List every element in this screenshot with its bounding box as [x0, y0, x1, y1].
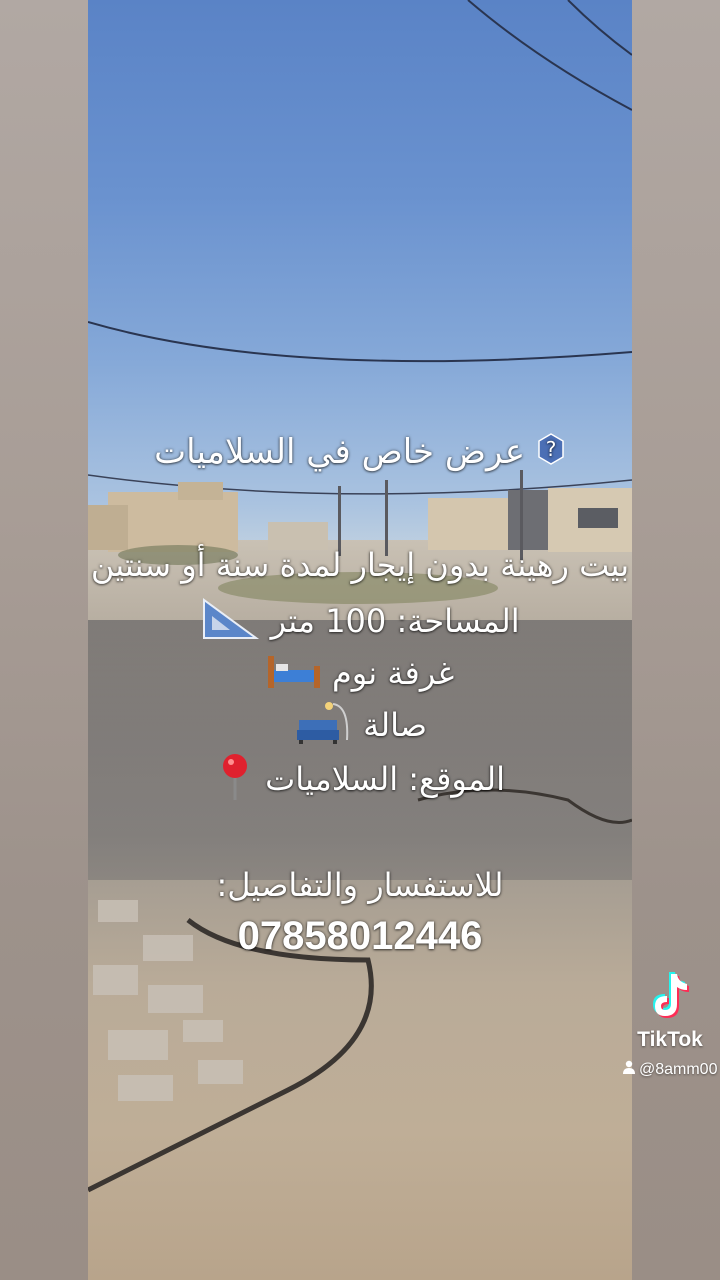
caption-hall: صالة — [0, 700, 720, 754]
pin-icon — [215, 752, 255, 810]
svg-text:?: ? — [546, 437, 557, 461]
question-icon: ? — [536, 432, 566, 475]
caption-inquiry: للاستفسار والتفاصيل: — [216, 866, 504, 904]
tiktok-brand: TikTok — [637, 1028, 703, 1051]
caption-location: الموقع: السلاميات — [0, 752, 720, 810]
caption-overlay: ? عرض خاص في السلاميات بيت رهينة بدون إي… — [0, 0, 720, 1280]
user-icon — [622, 1060, 639, 1078]
caption-title: ? عرض خاص في السلاميات — [0, 432, 720, 475]
tiktok-watermark: TikTok @8amm00 — [622, 970, 718, 1079]
caption-area: المساحة: 100 متر — [0, 596, 720, 650]
bed-icon — [266, 652, 322, 698]
caption-phone: 07858012446 — [237, 914, 483, 958]
caption-house: بيت رهينة بدون إيجار لمدة سنة أو سنتين — [90, 546, 630, 584]
tiktok-username: @8amm00 — [622, 1060, 718, 1079]
triangle-ruler-icon — [200, 596, 260, 650]
tiktok-logo-icon — [647, 972, 693, 1026]
caption-bedroom: غرفة نوم — [0, 652, 720, 698]
sofa-icon — [293, 700, 353, 754]
